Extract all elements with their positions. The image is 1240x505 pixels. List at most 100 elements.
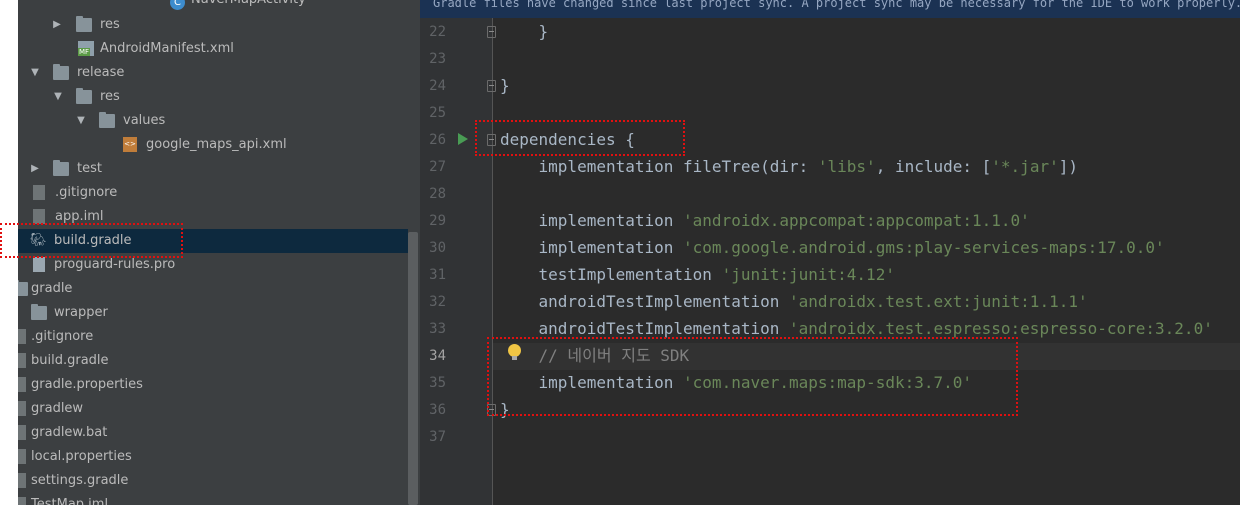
chevron-down-icon[interactable]: ▼ <box>51 85 65 109</box>
gradle-icon <box>18 353 26 368</box>
code-token: implementation <box>500 238 684 257</box>
code-line[interactable]: implementation fileTree(dir: 'libs', inc… <box>500 157 1078 177</box>
code-line[interactable]: testImplementation 'junit:junit:4.12' <box>500 265 895 285</box>
tree-item-values[interactable]: ▼ values <box>18 109 408 133</box>
tree-item-label: .gitignore <box>31 329 94 344</box>
properties-file-icon <box>18 449 26 464</box>
string-literal: '*.jar' <box>991 157 1059 176</box>
annotation-box-dependencies <box>475 120 685 156</box>
tree-item-gitignore[interactable]: .gitignore <box>18 181 408 205</box>
chevron-down-icon[interactable]: ▼ <box>28 61 42 85</box>
string-literal: 'libs' <box>817 157 876 176</box>
chevron-down-icon[interactable]: ▼ <box>74 109 88 133</box>
line-number: 30 <box>429 240 446 256</box>
gradle-icon <box>18 473 26 488</box>
line-number: 37 <box>429 429 446 445</box>
tree-item-label: release <box>77 65 125 80</box>
tree-item-gradle-properties[interactable]: gradle.properties <box>18 373 408 397</box>
folder-icon <box>53 64 69 80</box>
tree-item-label: gradle.properties <box>31 377 143 392</box>
tree-item-label: values <box>123 113 166 128</box>
manifest-badge: MF <box>78 48 91 56</box>
tree-item-testmap-iml[interactable]: TestMap.iml <box>18 493 408 505</box>
line-number: 23 <box>429 51 446 67</box>
code-line[interactable]: implementation 'androidx.appcompat:appco… <box>500 211 1030 231</box>
code-line[interactable]: androidTestImplementation 'androidx.test… <box>500 292 1088 312</box>
code-editor[interactable]: Gradle files have changed since last pro… <box>420 0 1240 505</box>
folder-icon <box>76 16 92 32</box>
tree-item-settings-gradle[interactable]: settings.gradle <box>18 469 408 493</box>
tree-item-label: google_maps_api.xml <box>146 137 287 152</box>
tree-item-gradlew[interactable]: gradlew <box>18 397 408 421</box>
tree-item-google-maps-api[interactable]: <> google_maps_api.xml <box>18 133 408 157</box>
line-number: 26 <box>429 132 446 148</box>
line-number: 27 <box>429 159 446 175</box>
line-number: 36 <box>429 402 446 418</box>
tree-item-wrapper[interactable]: wrapper <box>18 301 408 325</box>
tree-item-gradlew-bat[interactable]: gradlew.bat <box>18 421 408 445</box>
folder-icon <box>18 280 28 296</box>
string-literal: 'androidx.test.ext:junit:1.1.1' <box>788 292 1088 311</box>
line-number: 33 <box>429 321 446 337</box>
folder-icon <box>53 160 69 176</box>
tree-item-label: res <box>100 89 120 104</box>
tree-item-label: gradle <box>31 281 73 296</box>
tree-item-gradle[interactable]: gradle <box>18 277 408 301</box>
code-token: , include: [ <box>875 157 992 176</box>
code-line[interactable]: } <box>500 22 549 42</box>
string-literal: 'com.google.android.gms:play-services-ma… <box>683 238 1165 257</box>
tree-item-label: local.properties <box>31 449 132 464</box>
code-line[interactable]: androidTestImplementation 'androidx.test… <box>500 319 1213 339</box>
file-icon <box>18 329 26 344</box>
string-literal: 'androidx.test.espresso:espresso-core:3.… <box>788 319 1213 338</box>
tree-item-label: .gitignore <box>55 185 118 200</box>
tree-item-label: test <box>77 161 102 176</box>
code-token: implementation <box>500 211 684 230</box>
tree-item-label: wrapper <box>54 305 108 320</box>
code-token: androidTestImplementation <box>500 292 789 311</box>
file-icon <box>18 401 26 416</box>
code-token: androidTestImplementation <box>500 319 789 338</box>
fold-marker-icon[interactable] <box>487 80 496 92</box>
tree-item-local-properties[interactable]: local.properties <box>18 445 408 469</box>
tree-item-label: gradlew <box>31 401 84 416</box>
annotation-box-naver-sdk <box>487 337 1018 416</box>
file-icon <box>18 497 26 505</box>
code-line[interactable]: } <box>500 76 510 96</box>
tree-item-release[interactable]: ▼ release <box>18 61 408 85</box>
chevron-right-icon[interactable]: ▶ <box>50 13 64 37</box>
line-number: 31 <box>429 267 446 283</box>
code-token: ]) <box>1058 157 1078 176</box>
tree-item-label: res <box>100 17 120 32</box>
code-line[interactable]: implementation 'com.google.android.gms:p… <box>500 238 1165 258</box>
tree-item-label: build.gradle <box>31 353 109 368</box>
annotation-box-build-gradle <box>0 223 183 258</box>
run-gutter-icon[interactable] <box>458 133 468 145</box>
file-icon <box>33 185 45 200</box>
tree-item-label: AndroidManifest.xml <box>100 41 234 56</box>
tree-item-build-gradle-root[interactable]: build.gradle <box>18 349 408 373</box>
string-literal: 'junit:junit:4.12' <box>721 265 895 284</box>
folder-icon <box>99 112 115 128</box>
xml-file-icon: <> <box>123 137 137 152</box>
line-number: 32 <box>429 294 446 310</box>
file-icon <box>33 257 45 272</box>
tree-item-gitignore-root[interactable]: .gitignore <box>18 325 408 349</box>
chevron-right-icon[interactable]: ▶ <box>28 157 42 181</box>
tree-item-label: TestMap.iml <box>31 497 109 505</box>
tree-item-res[interactable]: ▼ res <box>18 85 408 109</box>
class-icon: C <box>170 0 185 10</box>
sync-notification-banner[interactable]: Gradle files have changed since last pro… <box>420 0 1240 18</box>
tree-item-res[interactable]: ▶ res <box>18 13 408 37</box>
line-number: 24 <box>429 78 446 94</box>
folder-icon <box>31 304 47 320</box>
tree-item-label: settings.gradle <box>31 473 129 488</box>
tree-item-androidmanifest[interactable]: MF AndroidManifest.xml <box>18 37 408 61</box>
manifest-icon: MF <box>78 41 94 56</box>
tree-item-navermapactivity[interactable]: C NaverMapActivity <box>18 0 408 12</box>
fold-marker-icon[interactable] <box>487 26 496 38</box>
code-token: testImplementation <box>500 265 722 284</box>
tree-item-test[interactable]: ▶ test <box>18 157 408 181</box>
properties-file-icon <box>18 377 26 392</box>
tree-scrollbar[interactable] <box>408 232 418 505</box>
